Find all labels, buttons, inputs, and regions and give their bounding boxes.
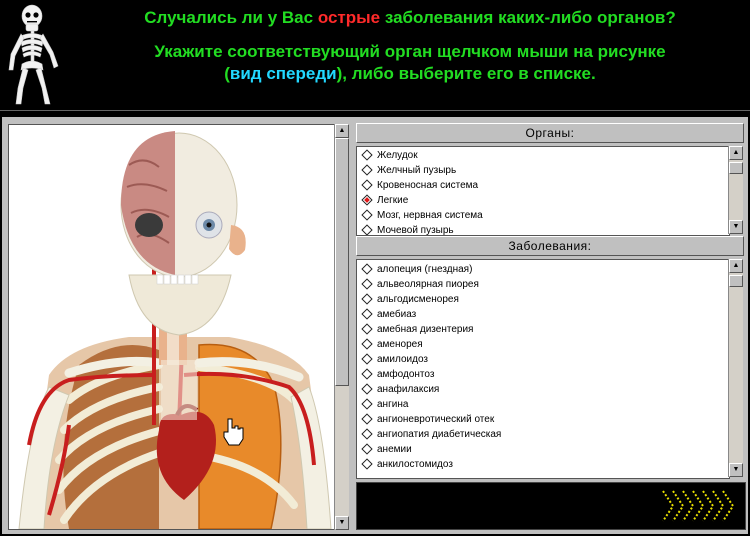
organ-item[interactable]: Желудок [357,148,729,163]
radio-icon[interactable] [361,428,373,440]
organ-item[interactable]: Мозг, нервная система [357,208,729,223]
organs-title: Органы: [356,123,744,143]
scroll-down-button[interactable]: ▼ [729,463,743,477]
disease-item[interactable]: амилоидоз [357,352,729,367]
radio-icon[interactable] [361,368,373,380]
scroll-up-button[interactable]: ▲ [729,146,743,160]
radio-icon[interactable] [361,263,373,275]
radio-icon[interactable] [361,308,373,320]
radio-icon[interactable] [361,164,373,176]
question-text: Случались ли у Вас острые заболевания ка… [144,8,676,27]
disease-item[interactable]: аменорея [357,337,729,352]
radio-icon[interactable] [361,149,373,161]
radio-icon[interactable] [361,383,373,395]
radio-icon[interactable] [361,224,373,235]
disease-item[interactable]: анемии [357,442,729,457]
organs-list[interactable]: Желудок Желчный пузырь Кровеносная систе… [356,146,730,236]
scroll-thumb[interactable] [729,275,743,287]
organs-scrollbar[interactable]: ▲ ▼ [728,146,743,234]
radio-icon[interactable] [361,353,373,365]
radio-icon[interactable] [361,398,373,410]
disease-item[interactable]: амебная дизентерия [357,322,729,337]
diseases-list[interactable]: алопеция (гнездная) альвеолярная пиорея … [356,259,730,479]
radio-icon[interactable] [361,179,373,191]
scroll-up-button[interactable]: ▲ [729,259,743,273]
radio-icon[interactable] [361,278,373,290]
instruction-text: Укажите соответствующий орган щелчком мы… [154,42,666,83]
disease-item[interactable]: альвеолярная пиорея [357,277,729,292]
organ-item[interactable]: Желчный пузырь [357,163,729,178]
disease-item[interactable]: ангина [357,397,729,412]
header-bar: Случались ли у Вас острые заболевания ка… [0,0,750,110]
disease-item[interactable]: ангионевротический отек [357,412,729,427]
status-area [356,482,746,530]
next-arrows-icon[interactable] [659,487,741,525]
disease-item[interactable]: анкилостомидоз [357,457,729,472]
diseases-title: Заболевания: [356,236,744,256]
organ-item-selected[interactable]: Легкие [357,193,729,208]
scroll-down-button[interactable]: ▼ [729,220,743,234]
radio-icon[interactable] [361,293,373,305]
scroll-thumb[interactable] [729,162,743,174]
anatomy-figure[interactable] [9,125,336,529]
brain[interactable] [121,131,175,275]
disease-item[interactable]: алопеция (гнездная) [357,262,729,277]
scroll-up-button[interactable]: ▲ [335,124,349,138]
disease-item[interactable]: амебиаз [357,307,729,322]
anatomy-scrollbar[interactable]: ▲ ▼ [334,124,349,530]
header-divider [0,110,750,111]
acute-word: острые [317,8,381,27]
organ-item[interactable]: Мочевой пузырь [357,223,729,235]
disease-item[interactable]: амфодонтоз [357,367,729,382]
disease-item[interactable]: ангиопатия диабетическая [357,427,729,442]
radio-icon[interactable] [361,413,373,425]
anatomy-image[interactable] [8,124,337,530]
radio-icon[interactable] [361,338,373,350]
radio-icon[interactable] [361,443,373,455]
scroll-down-button[interactable]: ▼ [335,516,349,530]
view-front-link[interactable]: вид спереди [230,64,337,83]
organ-item[interactable]: Кровеносная система [357,178,729,193]
disease-item[interactable]: анафилаксия [357,382,729,397]
radio-icon[interactable] [361,458,373,470]
radio-icon[interactable] [361,209,373,221]
skeleton-logo [8,4,59,105]
radio-icon[interactable] [361,323,373,335]
disease-item[interactable]: альгодисменорея [357,292,729,307]
diseases-scrollbar[interactable]: ▲ ▼ [728,259,743,477]
radio-selected-icon[interactable] [361,194,373,206]
scroll-thumb[interactable] [335,138,349,386]
